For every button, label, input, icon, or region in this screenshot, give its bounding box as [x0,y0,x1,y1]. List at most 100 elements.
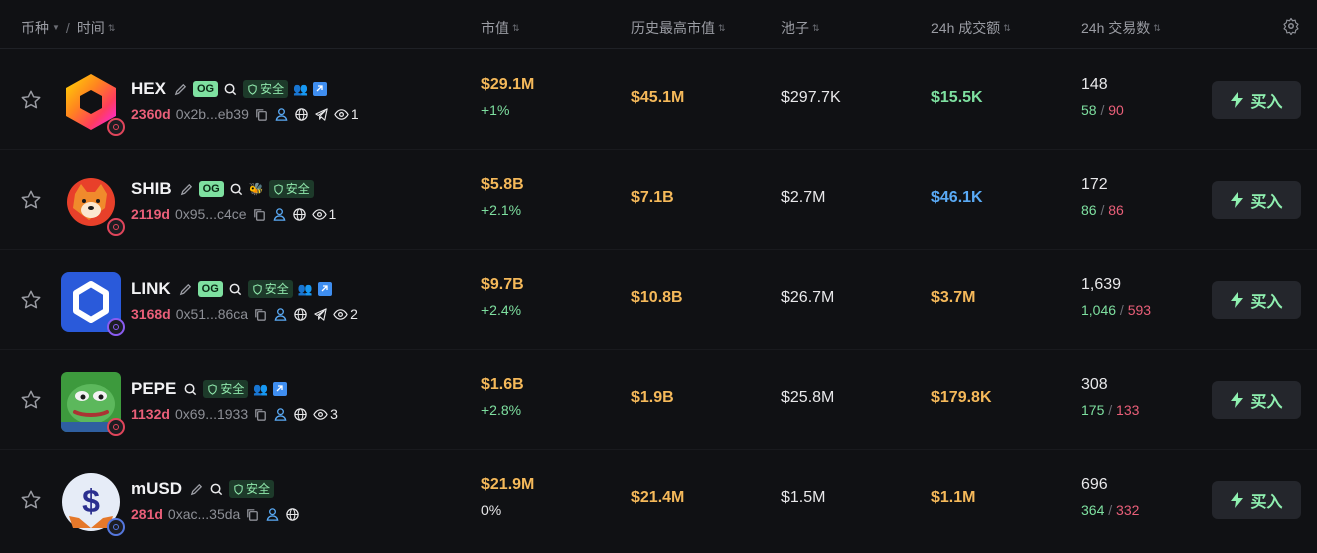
sort-icon: ⇅ [812,22,819,33]
token-meta-line: 1132d 0x69...1933 3 [131,405,338,423]
header-token-label[interactable]: 币种 [21,18,49,38]
lightning-icon [1231,392,1244,408]
star-icon[interactable] [20,289,42,311]
globe-icon[interactable] [292,207,307,222]
contract-address[interactable]: 0x51...86ca [176,306,248,322]
buys-sells: 364 / 332 [1081,502,1139,518]
edit-icon[interactable] [189,482,204,497]
header-time-label[interactable]: 时间 [77,18,105,38]
header-mcap[interactable]: 市值 ⇅ [481,18,519,38]
copy-icon[interactable] [253,407,268,422]
contract-address[interactable]: 0x95...c4ce [175,206,247,222]
safe-label: 安全 [264,282,289,296]
twitter-icon[interactable] [317,282,332,296]
edit-icon[interactable] [178,282,193,297]
telegram-icon[interactable] [313,307,328,322]
copy-icon[interactable] [254,107,269,122]
kol-icon[interactable]: 🐝 [249,183,264,195]
views-count: 3 [313,406,338,422]
globe-icon[interactable] [285,507,300,522]
price-change: +2.4% [481,302,522,318]
buys-count: 175 [1081,402,1105,418]
contract-address[interactable]: 0x2b...eb39 [176,106,249,122]
token-age: 3168d [131,306,171,322]
token-symbol[interactable]: HEX [131,79,166,99]
user-icon[interactable] [273,407,288,422]
buy-button[interactable]: 买入 [1212,381,1301,419]
safe-badge[interactable]: 安全 [229,480,275,498]
sort-icon[interactable]: ⇅ [108,23,115,33]
token-symbol[interactable]: mUSD [131,479,182,499]
edit-icon[interactable] [179,182,194,197]
gear-icon[interactable] [1282,17,1300,35]
token-symbol[interactable]: PEPE [131,379,176,399]
twitter-icon[interactable] [273,382,288,396]
buy-button[interactable]: 买入 [1212,181,1301,219]
pool-liquidity: $25.8M [781,389,835,406]
safe-badge[interactable]: 安全 [243,80,289,98]
sells-count: 593 [1127,302,1152,318]
holders-icon[interactable]: 👥 [253,383,268,395]
star-icon[interactable] [20,389,42,411]
table-row[interactable]: PEPE 安全 👥 1132d 0x69...1933 3 $1.6B +2.8… [0,350,1317,450]
token-name-line: LINK OG 安全 👥 [131,278,332,300]
user-icon[interactable] [272,207,287,222]
buy-button[interactable]: 买入 [1212,281,1301,319]
lightning-icon [1231,292,1244,308]
contract-address[interactable]: 0xac...35da [168,506,240,522]
views-count: 2 [333,306,358,322]
contract-address[interactable]: 0x69...1933 [175,406,248,422]
user-icon[interactable] [273,307,288,322]
header-pool[interactable]: 池子 ⇅ [781,18,819,38]
buy-button[interactable]: 买入 [1212,81,1301,119]
token-age: 2360d [131,106,171,122]
globe-icon[interactable] [293,407,308,422]
globe-icon[interactable] [293,307,308,322]
star-icon[interactable] [20,489,42,511]
holders-icon[interactable]: 👥 [298,283,313,295]
copy-icon[interactable] [253,307,268,322]
safe-badge[interactable]: 安全 [268,180,314,198]
eye-icon [334,108,349,120]
token-symbol[interactable]: SHIB [131,179,172,199]
table-row[interactable]: LINK OG 安全 👥 3168d 0x51...86ca 2 $9.7B +… [0,250,1317,350]
star-icon[interactable] [20,89,42,111]
telegram-icon[interactable] [314,107,329,122]
slash: / [1104,502,1117,518]
market-cap: $29.1M [481,76,535,93]
header-volume[interactable]: 24h 成交额 ⇅ [931,18,1011,38]
price-change: +2.1% [481,202,522,218]
table-row[interactable]: HEX OG 安全 👥 2360d 0x2b...eb39 1 $29.1M +… [0,50,1317,150]
user-icon[interactable] [265,507,280,522]
safe-badge[interactable]: 安全 [247,280,293,298]
header-token-time: 币种 ▼ / 时间 ⇅ [21,18,115,38]
edit-icon[interactable] [173,82,188,97]
table-row[interactable]: SHIB OG 🐝 安全 2119d 0x95...c4ce 1 $5.8B +… [0,150,1317,250]
table-row[interactable]: $ mUSD 安全 281d 0xac...35da $21.9M 0% $21… [0,450,1317,550]
shield-icon [248,83,257,95]
copy-icon[interactable] [252,207,267,222]
safe-badge[interactable]: 安全 [203,380,249,398]
search-icon[interactable] [223,82,238,97]
search-icon[interactable] [228,282,243,297]
lightning-icon [1231,492,1244,508]
search-icon[interactable] [229,182,244,197]
token-symbol[interactable]: LINK [131,279,171,299]
buy-button[interactable]: 买入 [1212,481,1301,519]
safe-label: 安全 [285,182,310,196]
caret-down-icon[interactable]: ▼ [52,24,60,32]
lightning-icon [1231,92,1244,108]
star-icon[interactable] [20,189,42,211]
search-icon[interactable] [183,382,198,397]
buy-label: 买入 [1250,294,1283,311]
twitter-icon[interactable] [313,82,328,96]
ath-market-cap: $21.4M [631,489,685,506]
header-ath[interactable]: 历史最高市值 ⇅ [631,18,725,38]
copy-icon[interactable] [245,507,260,522]
globe-icon[interactable] [294,107,309,122]
holders-icon[interactable]: 👥 [293,83,308,95]
search-icon[interactable] [209,482,224,497]
user-icon[interactable] [274,107,289,122]
header-txns[interactable]: 24h 交易数 ⇅ [1081,18,1161,38]
slash: / [1116,302,1128,318]
